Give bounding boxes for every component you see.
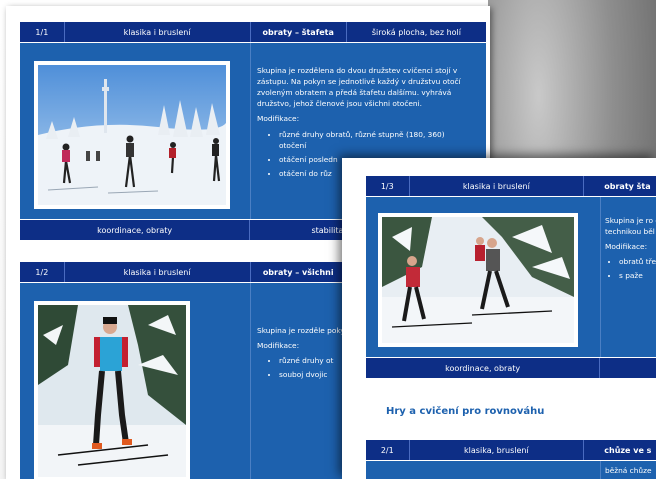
card-focus-secondary xyxy=(600,358,656,378)
card-description: běžná chůze xyxy=(605,466,652,475)
card-focus: koordinace, obraty xyxy=(20,220,251,240)
list-item: s paže xyxy=(619,270,656,281)
section-title: Hry a cvičení pro rovnováhu xyxy=(386,406,545,417)
card-number: 2/1 xyxy=(366,440,410,460)
card-header: 2/1 klasika, bruslení chůze ve s xyxy=(366,440,656,460)
modifications-label: Modifikace: xyxy=(257,114,300,124)
list-item: obratů třetina xyxy=(619,256,656,267)
skiing-photo-3 xyxy=(378,213,578,347)
card-description-cell: běžná chůze xyxy=(600,461,656,479)
skiing-photo-2 xyxy=(34,301,190,479)
card-category: klasika i bruslení xyxy=(410,176,585,196)
card-body: běžná chůze xyxy=(366,461,656,479)
card-category: klasika, bruslení xyxy=(410,440,585,460)
document-page-2: 1/3 klasika i bruslení obraty šta Skupin… xyxy=(342,158,656,479)
card-description: Skupina je rozdělena do dvou družstev cv… xyxy=(257,66,461,109)
card-photo-cell xyxy=(20,43,250,219)
card-description: Skupina je ro cvičenci štafe technikou b… xyxy=(605,216,656,237)
card-number: 1/2 xyxy=(20,262,65,282)
card-photo-cell xyxy=(20,283,250,479)
card-title: obraty – štafeta xyxy=(251,22,347,42)
card-photo-cell xyxy=(366,197,600,357)
card-number: 1/3 xyxy=(366,176,410,196)
modifications-list: obratů třetina s paže xyxy=(605,256,656,281)
card-category: klasika i bruslení xyxy=(65,262,251,282)
card-description-cell: Skupina je ro cvičenci štafe technikou b… xyxy=(600,197,656,357)
card-header: 1/1 klasika i bruslení obraty – štafeta … xyxy=(20,22,486,42)
list-item: různé druhy obratů, různé stupně (180, 3… xyxy=(279,129,468,151)
card-terrain: široká plocha, bez holí xyxy=(371,27,461,37)
card-number: 1/1 xyxy=(20,22,65,42)
modifications-label: Modifikace: xyxy=(605,242,648,252)
card-focus: koordinace, obraty xyxy=(366,358,601,378)
skiing-photo-1 xyxy=(34,61,230,209)
card-title: obraty – všichni xyxy=(251,262,347,282)
card-header: 1/3 klasika i bruslení obraty šta xyxy=(366,176,656,196)
card-body: Skupina je ro cvičenci štafe technikou b… xyxy=(366,197,656,357)
card-footer: koordinace, obraty xyxy=(366,358,656,378)
card-photo-cell xyxy=(366,461,600,479)
card-category: klasika i bruslení xyxy=(65,22,251,42)
card-title: chůze ve s xyxy=(604,445,652,455)
card-title: obraty šta xyxy=(604,181,651,191)
